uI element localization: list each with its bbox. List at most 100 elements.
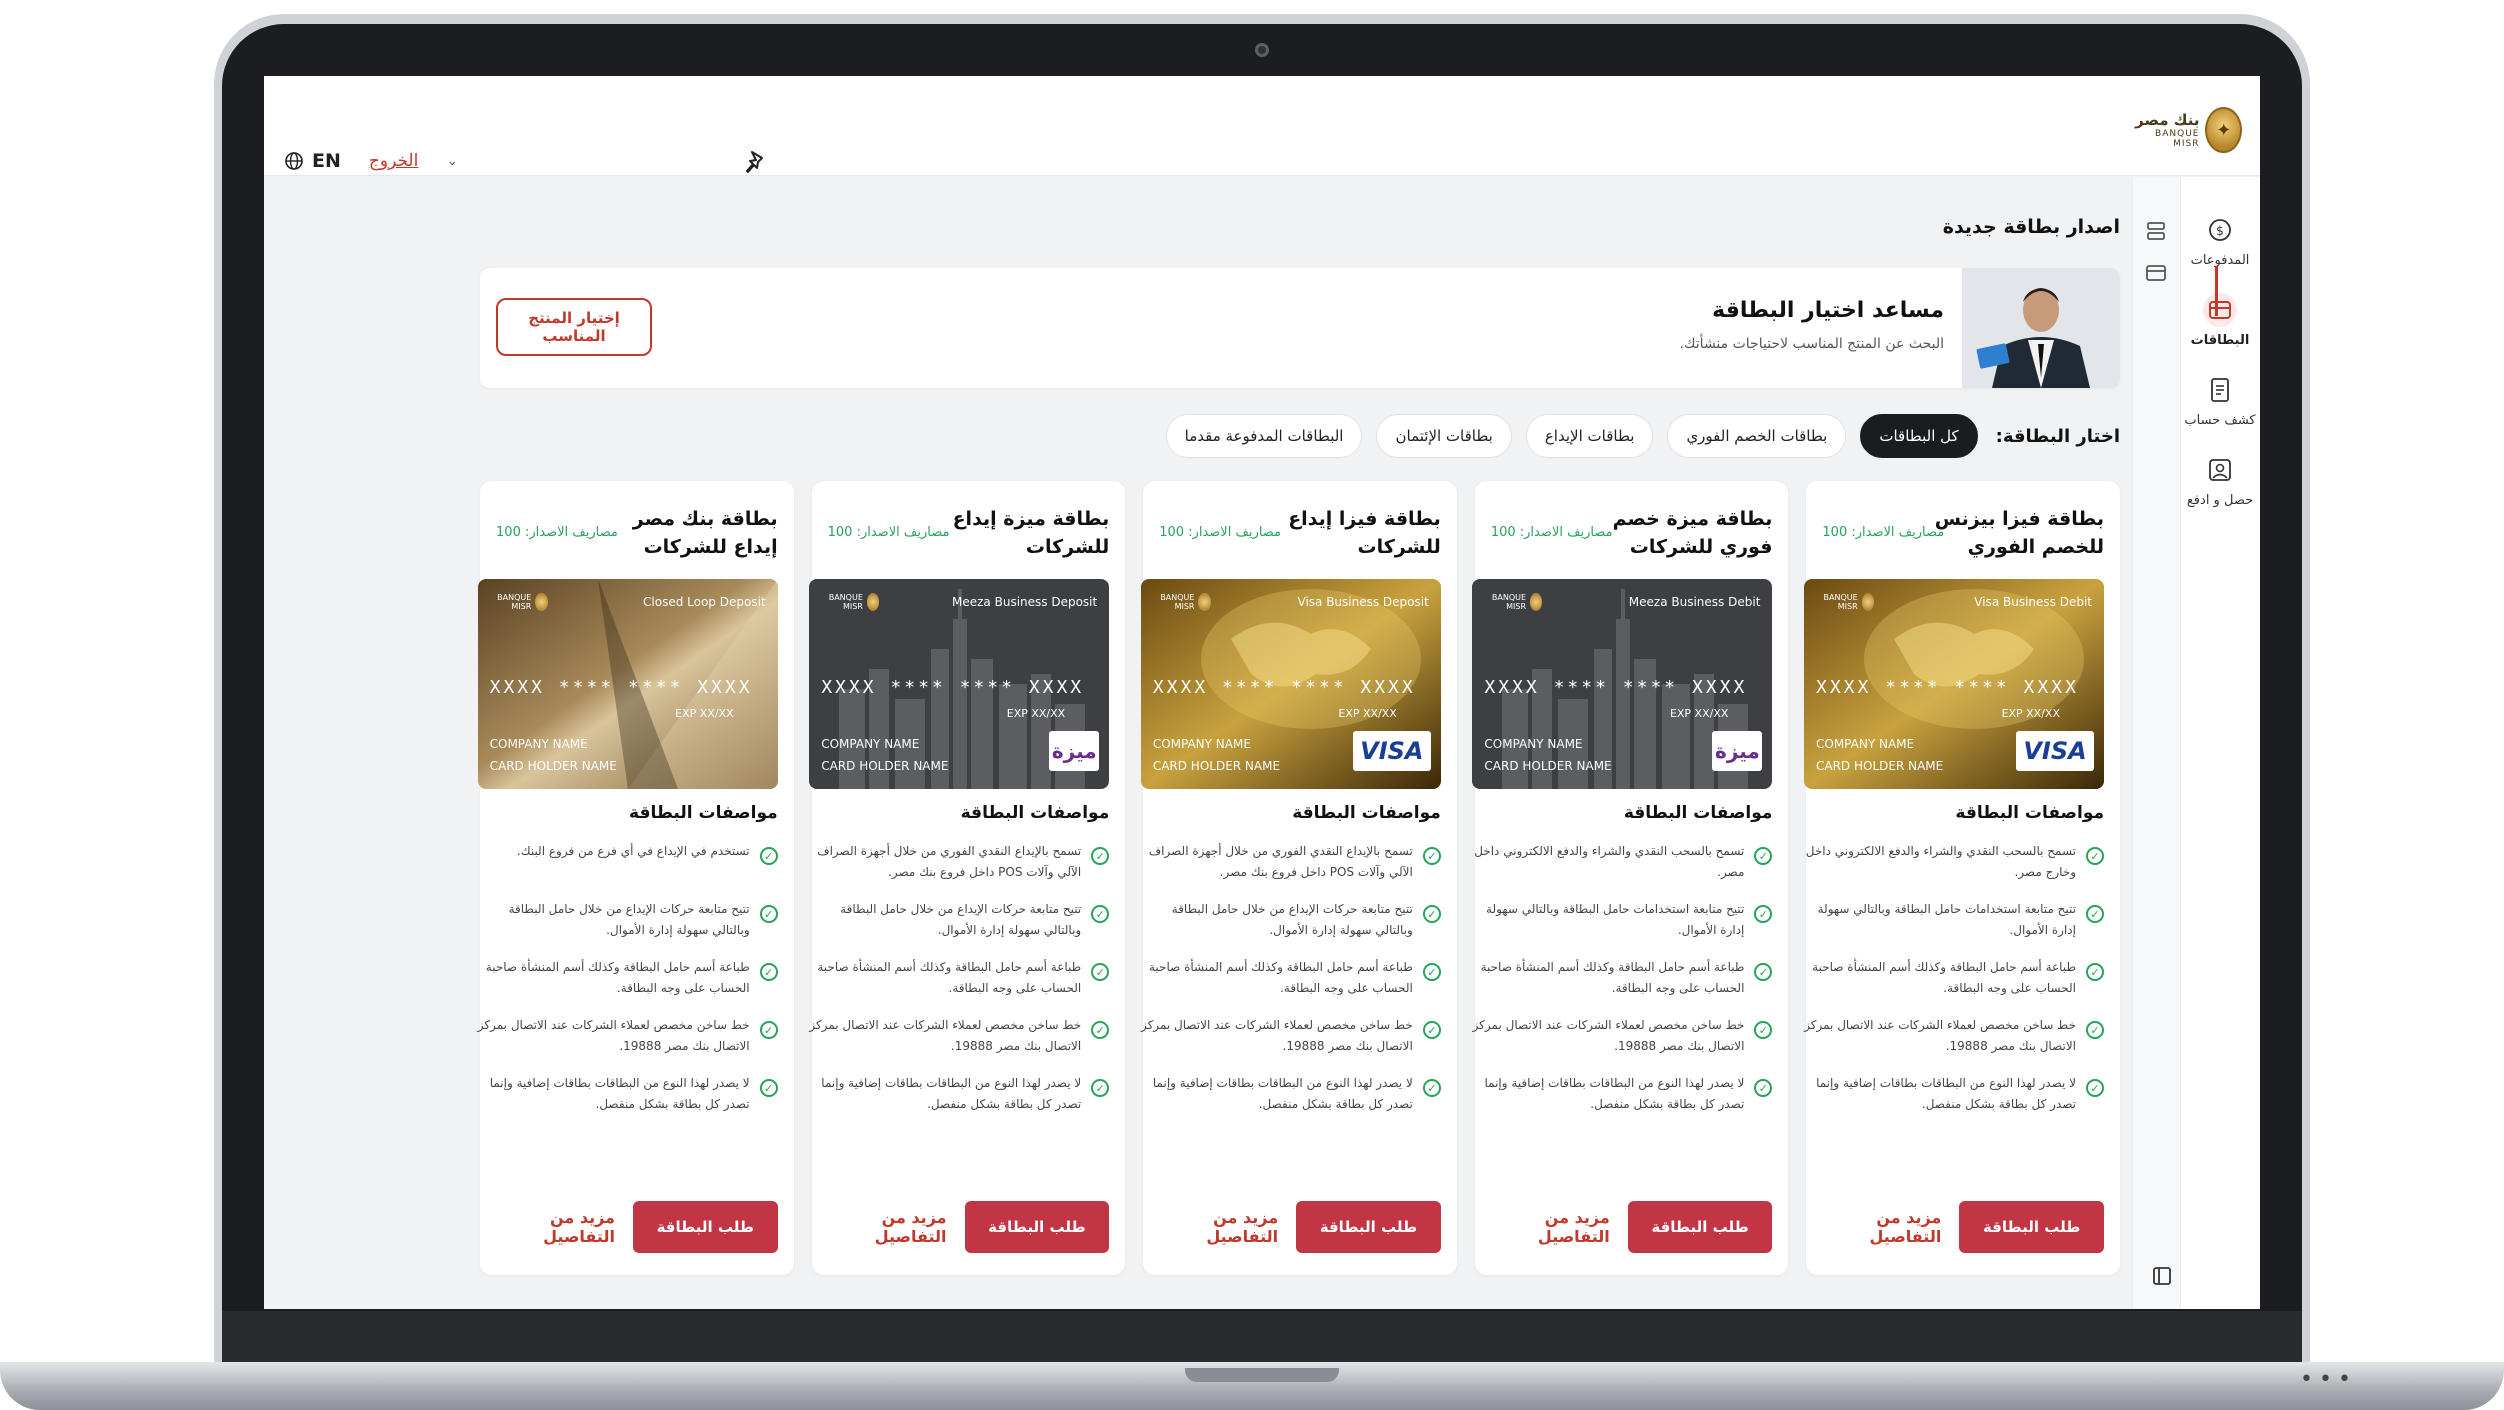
feature-item: ✓ تتيح متابعة حركات الإيداع من خلال حامل … (809, 899, 1110, 941)
card-image: BANQUE MISR Closed Loop Deposit XXXX ***… (477, 579, 778, 789)
check-icon: ✓ (759, 1021, 778, 1039)
card-product-5: بطاقة بنك مصر إيداع للشركات مصاريف الاصد… (477, 481, 794, 1275)
card-type-label: Visa Business Deposit (1297, 595, 1429, 609)
feature-text: لا يصدر لهذا النوع من البطاقات بطاقات إض… (821, 1076, 1082, 1111)
feature-item: ✓ خط ساخن مخصص لعملاء الشركات عند الاتصال… (478, 1015, 778, 1057)
card-bank-logo: BANQUE MISR (1482, 593, 1543, 611)
filter-all-cards[interactable]: كل البطاقات (1860, 414, 1978, 458)
card-holder-name: CARD HOLDER NAME (489, 759, 617, 773)
card-company-name: COMPANY NAME (1816, 737, 1915, 751)
request-card-button[interactable]: طلب البطاقة (964, 1201, 1110, 1253)
more-details-link[interactable]: مزيد من التفاصيل (1141, 1208, 1278, 1246)
check-icon: ✓ (1091, 963, 1110, 981)
card-network-logo: ميزة (1712, 731, 1763, 771)
card-title: بطاقة فيزا إيداع للشركات (1288, 508, 1441, 558)
card-actions: طلب البطاقة مزيد من التفاصيل (1804, 1201, 2104, 1253)
card-expiry: EXP XX/XX (1338, 707, 1397, 720)
card-expiry: EXP XX/XX (2001, 707, 2060, 720)
feature-text: تسمح بالسحب النقدي والشراء والدفع الالكت… (1805, 844, 2076, 879)
collapse-sidebar-icon[interactable] (2152, 1266, 2172, 1290)
check-icon: ✓ (759, 1079, 778, 1097)
check-icon: ✓ (1091, 905, 1110, 923)
specs-title: مواصفات البطاقة (629, 803, 778, 823)
filter-credit-cards[interactable]: بطاقات الإئتمان (1376, 414, 1512, 458)
card-holder-name: CARD HOLDER NAME (1152, 759, 1281, 773)
card-bank-logo: BANQUE MISR (819, 593, 880, 611)
pin-icon[interactable] (744, 150, 768, 180)
feature-text: طباعة أسم حامل البطاقة وكذلك أسم المنشأة… (1480, 960, 1745, 995)
card-image: BANQUE MISR Visa Business Debit XXXX ***… (1804, 579, 2104, 789)
feature-item: ✓ لا يصدر لهذا النوع من البطاقات بطاقات إ… (478, 1073, 778, 1115)
more-details-link[interactable]: مزيد من التفاصيل (478, 1208, 615, 1246)
feature-text: لا يصدر لهذا النوع من البطاقات بطاقات إض… (489, 1076, 750, 1111)
card-network-logo: ميزة (1049, 731, 1100, 771)
card-company-name: COMPANY NAME (821, 737, 920, 751)
card-holder-name: CARD HOLDER NAME (1484, 759, 1612, 773)
card-list-icon[interactable] (2144, 261, 2168, 285)
filter-prepaid-cards[interactable]: البطاقات المدفوعة مقدما (1165, 414, 1363, 458)
feature-text: تسمح بالإيداع النقدي الفوري من خلال أجهز… (817, 844, 1082, 879)
check-icon: ✓ (2086, 905, 2104, 923)
feature-text: خط ساخن مخصص لعملاء الشركات عند الاتصال … (1140, 1018, 1413, 1053)
check-icon: ✓ (1091, 1079, 1110, 1097)
laptop-chin (222, 1311, 2302, 1363)
card-actions: طلب البطاقة مزيد من التفاصيل (478, 1201, 778, 1253)
card-number: XXXX **** **** XXXX (821, 677, 1085, 698)
feature-item: ✓ خط ساخن مخصص لعملاء الشركات عند الاتصال… (1472, 1015, 1773, 1057)
more-details-link[interactable]: مزيد من التفاصيل (1472, 1208, 1610, 1246)
top-actions: EN الخروج ⌄ (284, 150, 458, 172)
check-icon: ✓ (1422, 847, 1441, 865)
card-product-3: بطاقة فيزا إيداع للشركات مصاريف الاصدار:… (1140, 481, 1457, 1275)
brand-name-ar: بنك مصر (2135, 111, 2200, 129)
card-product-2: بطاقة ميزة خصم فوري للشركات مصاريف الاصد… (1472, 481, 1789, 1275)
request-card-button[interactable]: طلب البطاقة (632, 1201, 778, 1253)
request-card-button[interactable]: طلب البطاقة (1627, 1201, 1773, 1253)
check-icon: ✓ (1091, 1021, 1110, 1039)
card-number: XXXX **** **** XXXX (1484, 677, 1748, 698)
more-details-link[interactable]: مزيد من التفاصيل (809, 1208, 947, 1246)
request-card-button[interactable]: طلب البطاقة (1959, 1201, 2104, 1253)
feature-text: لا يصدر لهذا النوع من البطاقات بطاقات إض… (1816, 1076, 2076, 1111)
filter-debit-cards[interactable]: بطاقات الخصم الفوري (1667, 414, 1847, 458)
chevron-down-icon[interactable]: ⌄ (446, 153, 458, 169)
sidebar-item-cards[interactable]: البطاقات (2180, 293, 2260, 348)
filter-deposit-cards[interactable]: بطاقات الإيداع (1525, 414, 1654, 458)
feature-text: لا يصدر لهذا النوع من البطاقات بطاقات إض… (1152, 1076, 1413, 1111)
sidebar-item-payments[interactable]: $ المدفوعات (2180, 213, 2260, 268)
active-indicator (2215, 266, 2218, 316)
request-card-button[interactable]: طلب البطاقة (1296, 1201, 1441, 1253)
card-image: BANQUE MISR Meeza Business Debit XXXX **… (1472, 579, 1773, 789)
card-network-logo: VISA (2016, 731, 2094, 771)
brand-logo[interactable]: ✦ بنك مصر BANQUE MISR (2132, 102, 2242, 158)
check-icon: ✓ (1754, 1079, 1773, 1097)
choose-product-button[interactable]: إختيار المنتج المناسب (496, 298, 652, 356)
feature-item: ✓ تسمح بالإيداع النقدي الفوري من خلال أجه… (809, 841, 1110, 883)
feature-item: ✓ طباعة أسم حامل البطاقة وكذلك أسم المنشأ… (478, 957, 778, 999)
sub-sidebar (2132, 177, 2180, 1309)
card-network-logo: VISA (1352, 731, 1431, 771)
card-number: XXXX **** **** XXXX (489, 677, 753, 698)
feature-item: ✓ خط ساخن مخصص لعملاء الشركات عند الاتصال… (1804, 1015, 2104, 1057)
list-icon[interactable] (2144, 219, 2168, 243)
feature-text: تتيح متابعة حركات الإيداع من خلال حامل ا… (508, 902, 750, 937)
card-expiry: EXP XX/XX (1669, 707, 1729, 720)
logout-link[interactable]: الخروج (369, 151, 418, 171)
feature-text: خط ساخن مخصص لعملاء الشركات عند الاتصال … (1804, 1018, 2076, 1053)
feature-text: تتيح متابعة استخدامات حامل البطاقة وبالت… (1486, 902, 1745, 937)
sidebar-item-collect-pay[interactable]: حصل و ادفع (2180, 453, 2260, 508)
assistant-photo (1962, 268, 2120, 388)
filter-label: اختار البطاقة: (1995, 425, 2120, 447)
sidebar-item-statement[interactable]: كشف حساب (2180, 373, 2260, 428)
check-icon: ✓ (1754, 847, 1773, 865)
card-title: بطاقة بنك مصر إيداع للشركات (632, 508, 778, 558)
card-actions: طلب البطاقة مزيد من التفاصيل (809, 1201, 1110, 1253)
collect-pay-icon (2203, 453, 2237, 487)
feature-text: خط ساخن مخصص لعملاء الشركات عند الاتصال … (1472, 1018, 1745, 1053)
card-company-name: COMPANY NAME (489, 737, 588, 751)
top-bar: ✦ بنك مصر BANQUE MISR EN الخروج ⌄ (264, 76, 2260, 176)
language-switch[interactable]: EN (284, 150, 341, 172)
more-details-link[interactable]: مزيد من التفاصيل (1804, 1208, 1942, 1246)
feature-text: لا يصدر لهذا النوع من البطاقات بطاقات إض… (1484, 1076, 1745, 1111)
check-icon: ✓ (1754, 1021, 1773, 1039)
specs-title: مواصفات البطاقة (1955, 803, 2104, 823)
